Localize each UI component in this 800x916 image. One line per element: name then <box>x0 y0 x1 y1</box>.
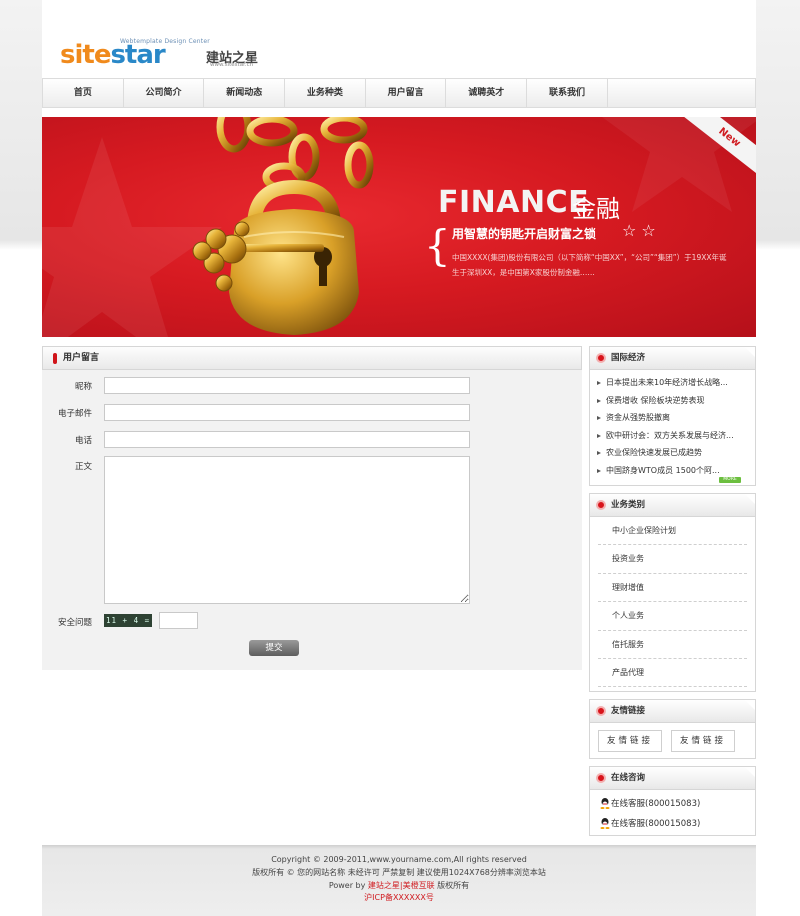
phone-label: 电话 <box>74 436 92 446</box>
nav-item-home[interactable]: 首页 <box>43 79 124 107</box>
qq-penguin-icon <box>600 818 610 829</box>
links-box: 友情链接 友情链接 友情链接 <box>589 699 756 759</box>
news-item[interactable]: 农业保险快速发展已成趋势 <box>590 444 755 462</box>
logo-wordmark: sitestar <box>60 40 166 70</box>
powered-by-link[interactable]: 建站之星|美橙互联 <box>368 881 435 890</box>
category-item[interactable]: 投资业务 <box>598 545 747 574</box>
nickname-label: 昵称 <box>74 382 92 392</box>
guestbook-panel: 用户留言 昵称 电子邮件 电话 正文 安全问题 11 + 4 = 提交 <box>42 346 582 670</box>
nav-item-contact[interactable]: 联系我们 <box>527 79 608 107</box>
news-box: 国际经济 日本提出未来10年经济增长战略... 保费增收 保险板块逆势表现 资金… <box>589 346 756 486</box>
category-item[interactable]: 理财增值 <box>598 574 747 603</box>
links-header: 友情链接 <box>590 700 755 723</box>
footer-powered-by: Power by 建站之星|美橙互联 版权所有 <box>328 880 470 890</box>
news-title: 国际经济 <box>611 353 646 363</box>
news-item[interactable]: 日本提出未来10年经济增长战略... <box>590 374 755 392</box>
corner-fold-decoration <box>745 700 755 710</box>
nav-item-jobs[interactable]: 诚聘英才 <box>446 79 528 107</box>
news-item[interactable]: 资金从强势股撤离 <box>590 409 755 427</box>
target-bullet-icon <box>596 353 606 363</box>
phone-input[interactable] <box>104 431 470 448</box>
guestbook-header: 用户留言 <box>42 346 582 370</box>
target-bullet-icon <box>596 500 606 510</box>
category-item[interactable]: 个人业务 <box>598 602 747 631</box>
corner-fold-decoration <box>745 767 755 777</box>
content-label: 正文 <box>74 462 92 472</box>
contact-box: 在线咨询 在线客服(800015083) 在线客服(800015083) <box>589 766 756 836</box>
banner-title-cn: 金融 <box>572 195 620 223</box>
friend-link-button[interactable]: 友情链接 <box>598 730 662 752</box>
footer-rights: 版权所有 © 您的网站名称 未经许可 严禁复制 建议使用1024X768分辨率浏… <box>252 867 546 877</box>
footer: Copyright © 2009-2011,www.yourname.com,A… <box>42 845 756 916</box>
target-bullet-icon <box>596 706 606 716</box>
category-item[interactable]: 中小企业保险计划 <box>598 517 747 546</box>
corner-fold-decoration <box>745 347 755 357</box>
email-label: 电子邮件 <box>57 409 92 419</box>
security-question-label: 安全问题 <box>57 618 92 628</box>
main-nav: 首页 公司简介 新闻动态 业务种类 用户留言 诚聘英才 联系我们 <box>42 78 756 108</box>
nav-item-about[interactable]: 公司简介 <box>124 79 205 107</box>
nickname-input[interactable] <box>104 377 470 394</box>
nav-item-guestbook[interactable]: 用户留言 <box>366 79 447 107</box>
contact-title: 在线咨询 <box>611 773 646 783</box>
page-wrapper: Webtemplate Design Center sitestar 建站之星 … <box>42 0 756 916</box>
content-textarea[interactable] <box>104 456 470 604</box>
corner-fold-decoration <box>745 494 755 504</box>
links-list: 友情链接 友情链接 <box>590 723 755 759</box>
logo-url: www.sitestar.cn <box>210 62 254 68</box>
banner-description: 中国XXXX(集团)股份有限公司（以下简称“中国XX”，“公司”“集团”）于19… <box>452 253 727 277</box>
category-item[interactable]: 产品代理 <box>598 659 747 688</box>
guestbook-title: 用户留言 <box>63 353 100 363</box>
email-input[interactable] <box>104 404 470 421</box>
category-item[interactable]: 信托服务 <box>598 631 747 659</box>
brace-decoration: { <box>424 221 451 270</box>
news-list: 日本提出未来10年经济增长战略... 保费增收 保险板块逆势表现 资金从强势股撤… <box>590 370 755 479</box>
news-item[interactable]: 保费增收 保险板块逆势表现 <box>590 392 755 410</box>
hero-banner: New FINANCE 金融 { 用智慧的钥匙开启财富之锁 ☆ ☆ 中国XXXX… <box>42 117 756 337</box>
site-logo[interactable]: Webtemplate Design Center sitestar 建站之星 … <box>60 38 280 72</box>
online-service-label: 在线客服(800015083) <box>611 799 701 809</box>
links-title: 友情链接 <box>611 706 646 716</box>
online-service-link[interactable]: 在线客服(800015083) <box>590 794 755 814</box>
captcha-image: 11 + 4 = <box>104 614 152 627</box>
friend-link-button[interactable]: 友情链接 <box>671 730 735 752</box>
categories-header: 业务类别 <box>590 494 755 517</box>
star-icons: ☆ ☆ <box>622 221 656 240</box>
golden-padlock-key-illustration <box>192 117 374 335</box>
qq-penguin-icon <box>600 798 610 809</box>
news-item[interactable]: 欧中研讨会：双方关系发展与经济... <box>590 427 755 445</box>
submit-button[interactable]: 提交 <box>249 640 299 656</box>
footer-copyright: Copyright © 2009-2011,www.yourname.com,A… <box>271 855 527 864</box>
contact-list: 在线客服(800015083) 在线客服(800015083) <box>590 790 755 834</box>
nav-item-news[interactable]: 新闻动态 <box>204 79 286 107</box>
security-answer-input[interactable] <box>159 612 198 629</box>
categories-title: 业务类别 <box>611 500 646 510</box>
target-bullet-icon <box>596 773 606 783</box>
news-header: 国际经济 <box>590 347 755 370</box>
nav-item-business[interactable]: 业务种类 <box>285 79 366 107</box>
banner-slogan: 用智慧的钥匙开启财富之锁 <box>452 227 597 241</box>
contact-header: 在线咨询 <box>590 767 755 790</box>
more-button[interactable]: MORE <box>719 477 741 483</box>
categories-box: 业务类别 中小企业保险计划 投资业务 理财增值 个人业务 信托服务 产品代理 <box>589 493 756 692</box>
online-service-label: 在线客服(800015083) <box>611 819 701 829</box>
online-service-link[interactable]: 在线客服(800015083) <box>590 814 755 834</box>
header-marker-icon <box>53 353 57 364</box>
icp-link[interactable]: 沪ICP备XXXXXX号 <box>42 892 756 905</box>
categories-list: 中小企业保险计划 投资业务 理财增值 个人业务 信托服务 产品代理 <box>590 517 755 688</box>
banner-title-en: FINANCE <box>438 185 590 220</box>
